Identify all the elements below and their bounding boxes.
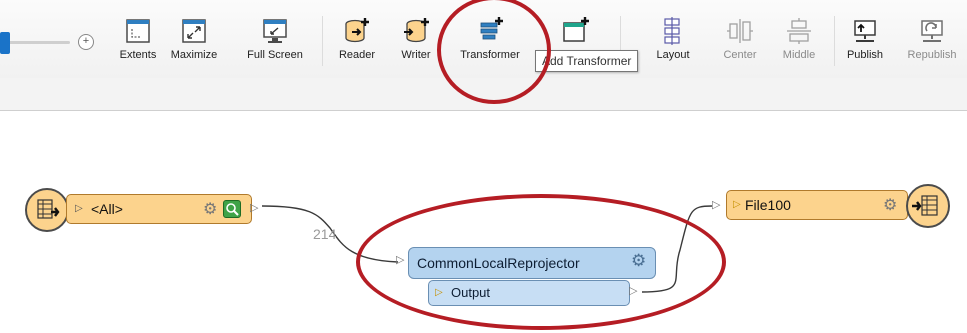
- writer-label: Writer: [401, 49, 431, 61]
- zoom-in-icon[interactable]: +: [78, 34, 94, 50]
- middle-label: Middle: [782, 49, 816, 61]
- writer-feature-type[interactable]: ▷ File100 ⚙: [726, 190, 908, 220]
- add-transformer-tooltip: Add Transformer: [535, 50, 639, 72]
- table-icon: [912, 195, 938, 216]
- reader-dataset-icon[interactable]: [25, 188, 69, 232]
- transformer-button[interactable]: Transformer: [450, 16, 530, 61]
- zoom-slider-handle[interactable]: [0, 32, 10, 54]
- center-icon: [727, 19, 753, 43]
- input-port-arrow-icon: ▷: [733, 199, 741, 210]
- publish-icon: [854, 20, 876, 42]
- output-port-label: Output: [451, 285, 491, 300]
- toolbar-separator: [322, 16, 323, 66]
- writer-icon: [404, 18, 429, 43]
- center-label: Center: [723, 49, 757, 61]
- feature-count-label: 214: [313, 226, 337, 242]
- gear-icon[interactable]: ⚙: [631, 251, 646, 271]
- writer-button[interactable]: Writer: [395, 16, 437, 61]
- gear-icon[interactable]: ⚙: [203, 196, 217, 224]
- common-local-reprojector-transformer[interactable]: CommonLocalReprojector ⚙: [408, 247, 656, 279]
- maximize-button[interactable]: Maximize: [168, 16, 220, 61]
- toolbar-separator: [834, 16, 835, 66]
- maximize-label: Maximize: [170, 49, 218, 61]
- input-port-arrow-icon[interactable]: ▷: [712, 198, 720, 211]
- publish-label: Publish: [846, 49, 884, 61]
- extents-button[interactable]: Extents: [118, 16, 158, 61]
- input-port-arrow-icon[interactable]: ▷: [396, 253, 404, 266]
- maximize-icon: [182, 19, 206, 43]
- full-screen-button[interactable]: Full Screen: [241, 16, 309, 61]
- middle-button[interactable]: Middle: [777, 16, 821, 61]
- reader-icon: [345, 18, 369, 43]
- republish-icon: [921, 20, 943, 42]
- table-icon: [37, 199, 60, 219]
- secondary-toolbar: [0, 78, 967, 111]
- annotation-button[interactable]: [555, 16, 595, 46]
- extents-label: Extents: [119, 49, 157, 61]
- writer-dataset-icon[interactable]: [906, 184, 950, 228]
- main-toolbar: + Extents Maximize Full Screen Reader Wr…: [0, 0, 967, 79]
- republish-button[interactable]: Republish: [902, 16, 962, 61]
- transformer-name-label: CommonLocalReprojector: [417, 255, 580, 271]
- transformer-output-port[interactable]: ▷ Output: [428, 280, 630, 306]
- extents-icon: [126, 19, 150, 43]
- port-arrow-icon: ▷: [435, 287, 443, 298]
- input-port-arrow-icon: ▷: [75, 203, 83, 214]
- transformer-icon: [480, 17, 503, 40]
- gear-icon[interactable]: ⚙: [883, 192, 897, 220]
- output-port-arrow-icon[interactable]: ▷: [250, 201, 258, 214]
- full-screen-label: Full Screen: [247, 49, 303, 61]
- output-port-arrow-icon[interactable]: ▷: [629, 284, 637, 297]
- reader-label: Reader: [338, 49, 376, 61]
- layout-button[interactable]: Layout: [650, 16, 696, 61]
- transformer-label: Transformer: [460, 49, 520, 61]
- layout-label: Layout: [656, 49, 690, 61]
- writer-feature-type-label: File100: [745, 197, 791, 213]
- layout-icon: [664, 17, 680, 45]
- annotation-icon: [563, 17, 589, 42]
- zoom-slider-track[interactable]: [0, 41, 70, 44]
- full-screen-icon: [263, 19, 287, 43]
- inspect-icon[interactable]: [223, 200, 241, 218]
- middle-icon: [787, 18, 811, 44]
- publish-button[interactable]: Publish: [842, 16, 888, 61]
- reader-feature-type[interactable]: ▷ <All> ⚙: [66, 194, 252, 224]
- republish-label: Republish: [907, 49, 957, 61]
- reader-button[interactable]: Reader: [332, 16, 382, 61]
- reader-feature-type-label: <All>: [91, 201, 123, 217]
- center-button[interactable]: Center: [719, 16, 761, 61]
